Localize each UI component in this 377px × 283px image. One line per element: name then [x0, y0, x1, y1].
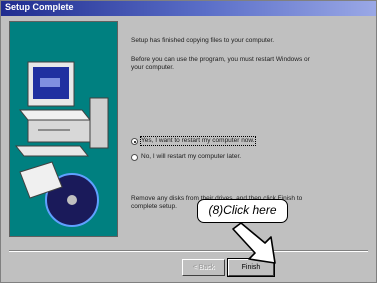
setup-illustration: [9, 21, 118, 237]
pointer-arrow-icon: [232, 223, 276, 264]
remove-disks-line2: complete setup.: [131, 203, 177, 210]
window-title: Setup Complete: [5, 2, 74, 12]
restart-info-line2: your computer.: [131, 64, 174, 71]
setup-complete-dialog: Setup Complete Setup has finished copyin…: [0, 0, 377, 283]
restart-now-label[interactable]: Yes, I want to restart my computer now.: [140, 136, 256, 146]
restart-later-radio[interactable]: [131, 154, 138, 161]
click-here-callout: (8)Click here: [197, 199, 288, 223]
restart-info-line1: Before you can use the program, you must…: [131, 56, 310, 63]
restart-now-radio[interactable]: [131, 138, 138, 145]
setup-finished-text: Setup has finished copying files to your…: [131, 37, 275, 44]
back-button[interactable]: < Back: [182, 259, 225, 276]
separator: [9, 250, 368, 252]
title-bar[interactable]: Setup Complete: [1, 1, 376, 16]
restart-later-label[interactable]: No, I will restart my computer later.: [141, 153, 241, 161]
